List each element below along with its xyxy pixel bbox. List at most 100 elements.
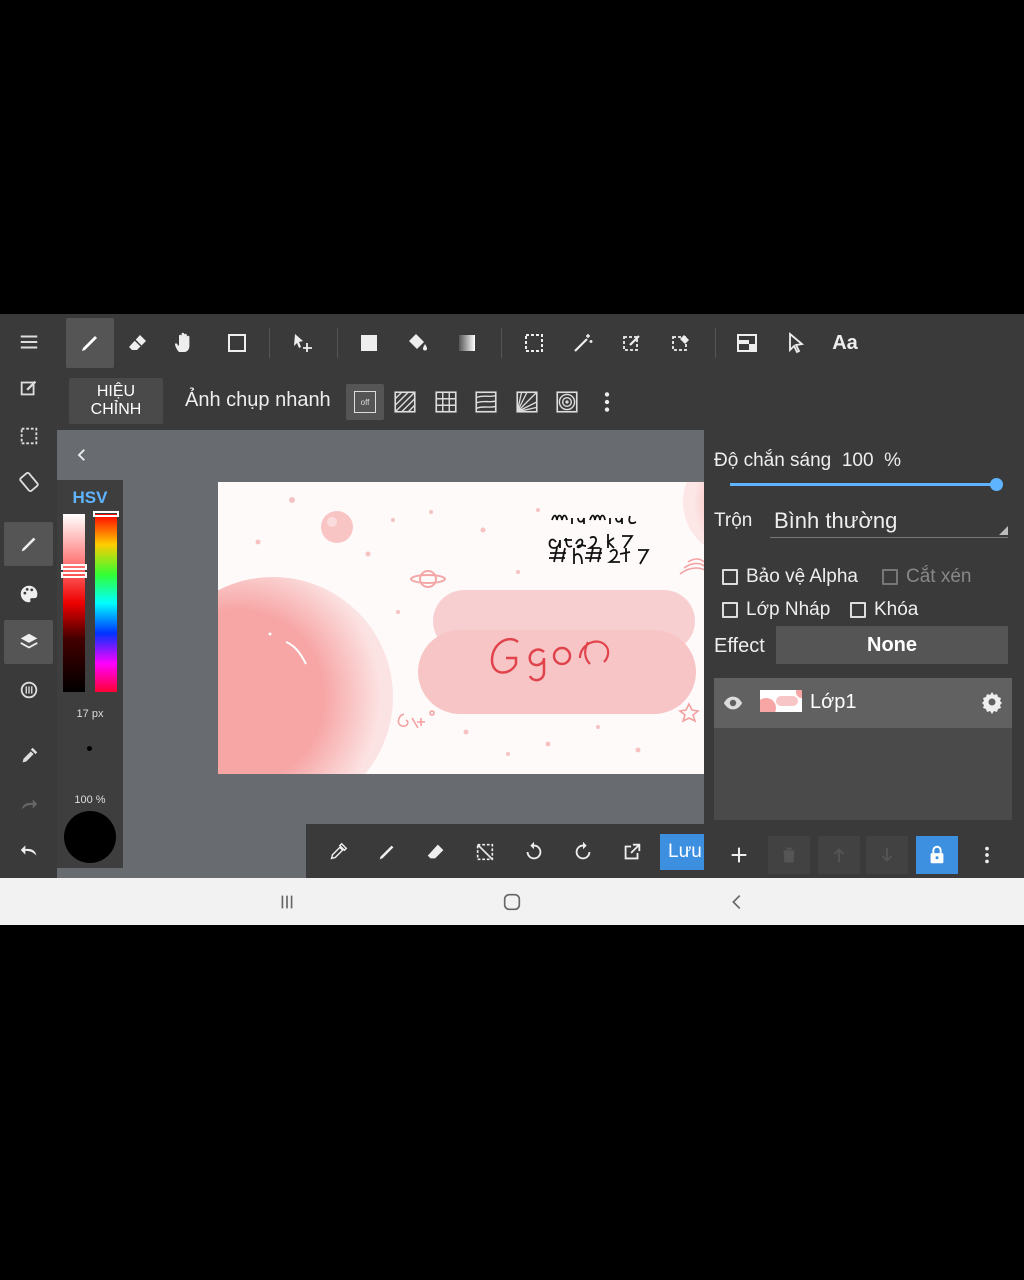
clipping-label: Cắt xén: [906, 566, 972, 587]
protect-alpha-label: Bảo vệ Alpha: [746, 566, 858, 587]
undo-icon[interactable]: [4, 828, 53, 872]
artwork-drawing: [218, 482, 704, 774]
hue-slider-handle[interactable]: [93, 511, 119, 517]
select-eraser-tool-icon[interactable]: [657, 318, 705, 368]
more-options-icon[interactable]: [588, 384, 626, 420]
layer-more-options-icon[interactable]: [966, 836, 1008, 874]
snap-grid-icon[interactable]: [427, 384, 465, 420]
home-icon[interactable]: [500, 890, 524, 914]
frame-tool-icon[interactable]: [723, 318, 771, 368]
effect-label: Effect: [714, 635, 765, 657]
app-window: Aa HIỆU CHỈNH Ảnh chụp nhanh off HSV 17 …: [0, 314, 1024, 878]
snap-circle-icon[interactable]: [548, 384, 586, 420]
left-toolbar: [0, 314, 57, 878]
rotate-left-icon[interactable]: [518, 836, 550, 868]
dropdown-arrow-icon: [999, 526, 1008, 535]
layer-row[interactable]: Lớp1: [714, 678, 1012, 728]
cursor-tool-icon[interactable]: [772, 318, 820, 368]
move-layer-down-button[interactable]: [866, 836, 908, 874]
add-layer-button[interactable]: [718, 836, 760, 874]
snap-off-icon: off: [354, 391, 376, 413]
edit-icon[interactable]: [4, 366, 53, 410]
canvas-area[interactable]: HSV 17 px 100 % Lưu: [57, 430, 708, 878]
clipping-checkbox[interactable]: Cắt xén: [882, 566, 971, 588]
magic-wand-tool-icon[interactable]: [559, 318, 607, 368]
rotate-right-icon[interactable]: [567, 836, 599, 868]
move-layer-up-button[interactable]: [818, 836, 860, 874]
menu-icon[interactable]: [4, 320, 53, 364]
layer-bottom-toolbar: [704, 824, 1024, 878]
bucket-tool-icon[interactable]: [394, 318, 442, 368]
hue-slider[interactable]: [95, 514, 117, 692]
snap-curve-icon[interactable]: [467, 384, 505, 420]
adjust-label-line2: CHỈNH: [90, 401, 142, 418]
recent-apps-icon[interactable]: [275, 890, 299, 914]
move-tool-icon[interactable]: [279, 318, 327, 368]
lock-icon: [930, 845, 944, 864]
value-slider[interactable]: [63, 514, 85, 692]
gradient-tool-icon[interactable]: [443, 318, 491, 368]
lock-layer-button[interactable]: [916, 836, 958, 874]
sub-toolbar: HIỆU CHỈNH Ảnh chụp nhanh off: [57, 372, 1024, 430]
toolbar-separator: [501, 328, 502, 358]
pen-tool-icon[interactable]: [66, 318, 114, 368]
text-tool-label: Aa: [832, 331, 858, 354]
layer-name: Lớp1: [810, 691, 857, 713]
material-icon[interactable]: [4, 668, 53, 712]
gear-icon[interactable]: [980, 690, 1004, 714]
delete-layer-button[interactable]: [768, 836, 810, 874]
palette-icon[interactable]: [4, 572, 53, 616]
color-mode-label[interactable]: HSV: [57, 488, 123, 508]
brush-size-preview: [87, 746, 92, 751]
snap-label: Ảnh chụp nhanh: [185, 389, 331, 411]
brush-opacity-label: 100 %: [74, 794, 106, 806]
adjust-label-line1: HIỆU: [96, 383, 136, 400]
rotate-canvas-icon[interactable]: [4, 460, 53, 504]
current-color-swatch[interactable]: [64, 811, 116, 863]
checkbox-icon: [882, 569, 898, 585]
select-pen-tool-icon[interactable]: [608, 318, 656, 368]
layer-panel: Độ chắn sáng 100 % Trộn Bình thường Bảo …: [704, 430, 1024, 878]
text-tool-button[interactable]: Aa: [821, 318, 869, 368]
back-icon[interactable]: [725, 890, 749, 914]
checkbox-icon: [850, 602, 866, 618]
top-toolbar: Aa: [57, 314, 1024, 372]
blend-mode-value: Bình thường: [774, 508, 898, 533]
layer-opacity-label: Độ chắn sáng: [714, 450, 832, 471]
snap-off-button[interactable]: off: [346, 384, 384, 420]
eraser-icon[interactable]: [420, 836, 452, 868]
layer-opacity-slider[interactable]: [730, 483, 996, 486]
artwork-canvas[interactable]: [218, 482, 704, 774]
selection-icon[interactable]: [4, 414, 53, 458]
adjust-button[interactable]: HIỆU CHỈNH: [69, 378, 163, 424]
snap-parallel-icon[interactable]: [386, 384, 424, 420]
brush-panel-icon[interactable]: [4, 522, 53, 566]
export-icon[interactable]: [616, 836, 648, 868]
layer-opacity-row: Độ chắn sáng 100 %: [714, 450, 901, 472]
toolbar-separator: [715, 328, 716, 358]
save-button[interactable]: Lưu: [660, 834, 708, 870]
select-rect-tool-icon[interactable]: [510, 318, 558, 368]
redo-icon[interactable]: [4, 782, 53, 826]
collapse-panel-icon[interactable]: [71, 444, 93, 466]
eyedropper-icon[interactable]: [322, 836, 354, 868]
value-slider-handle[interactable]: [61, 564, 87, 570]
effect-button[interactable]: None: [776, 626, 1008, 664]
eraser-tool-icon[interactable]: [114, 318, 162, 368]
fill-rect-tool-icon[interactable]: [345, 318, 393, 368]
deselect-icon[interactable]: [469, 836, 501, 868]
shape-tool-icon[interactable]: [213, 318, 261, 368]
draft-layer-checkbox[interactable]: Lớp Nháp: [722, 599, 830, 621]
protect-alpha-checkbox[interactable]: Bảo vệ Alpha: [722, 566, 858, 588]
snap-radial-icon[interactable]: [508, 384, 546, 420]
lock-label: Khóa: [874, 599, 919, 620]
lock-checkbox[interactable]: Khóa: [850, 599, 918, 621]
canvas-bottom-toolbar: Lưu: [306, 824, 708, 878]
hand-tool-icon[interactable]: [160, 318, 208, 368]
eyedropper-icon[interactable]: [4, 734, 53, 778]
layers-icon[interactable]: [4, 620, 53, 664]
toolbar-separator: [269, 328, 270, 358]
layer-opacity-slider-handle[interactable]: [990, 478, 1003, 491]
eye-icon[interactable]: [722, 692, 744, 714]
pen-icon[interactable]: [371, 836, 403, 868]
